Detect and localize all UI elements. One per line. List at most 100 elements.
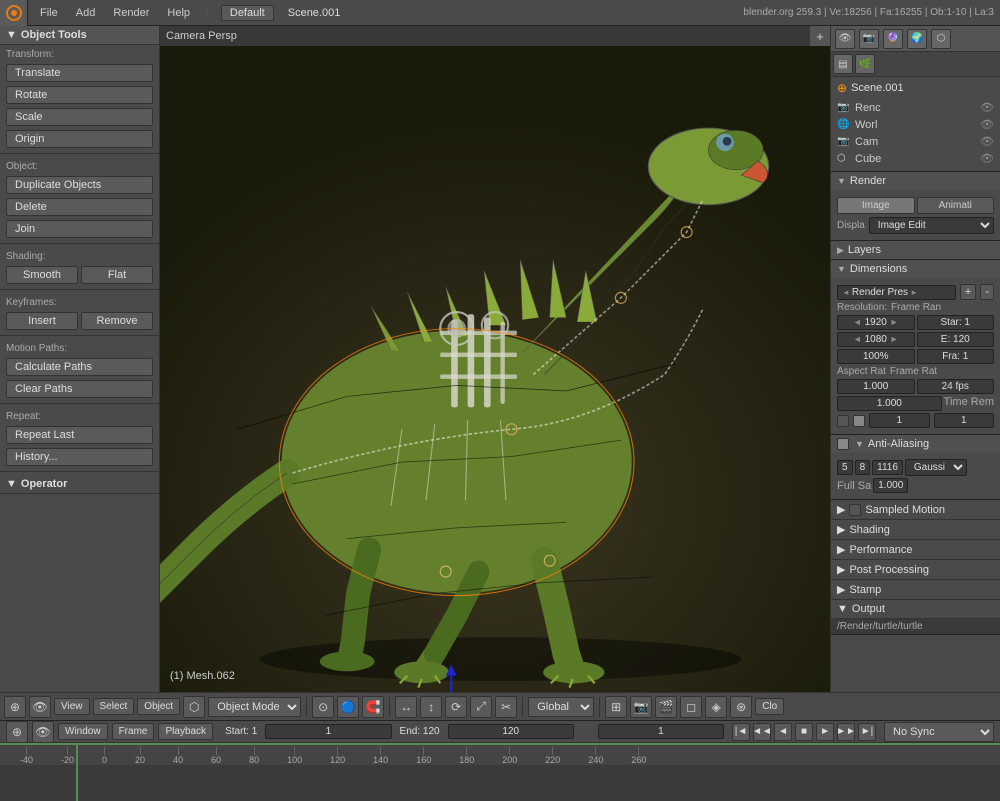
join-btn[interactable]: Join <box>6 220 153 238</box>
preset-right-arrow[interactable]: ► <box>910 288 918 297</box>
default-mode[interactable]: Default <box>221 5 274 21</box>
post-processing-section[interactable]: ▶ Post Processing <box>831 560 1000 580</box>
tool2-icon[interactable]: ↕ <box>420 696 442 718</box>
toolbar-icon-eye[interactable]: 👁 <box>29 696 51 718</box>
aa-val1[interactable]: 5 <box>837 460 853 475</box>
num-box-1[interactable]: 1 <box>869 413 930 428</box>
sync-select[interactable]: No Sync Frame Dropping <box>884 722 994 742</box>
menu-render[interactable]: Render <box>105 5 157 21</box>
magnet-icon[interactable]: 🧲 <box>362 696 384 718</box>
checkbox1[interactable] <box>837 415 849 427</box>
eye-icon-cam[interactable]: 👁 <box>980 135 994 148</box>
rp-world-icon[interactable]: 🌍 <box>907 29 927 49</box>
delete-btn[interactable]: Delete <box>6 198 153 216</box>
object-btn[interactable]: Object <box>137 698 180 715</box>
tool3-icon[interactable]: ⟳ <box>445 696 467 718</box>
viewport[interactable]: Camera Persp + <box>160 26 830 692</box>
dim-add-btn[interactable]: + <box>960 284 976 300</box>
select-btn[interactable]: Select <box>93 698 135 715</box>
window-btn[interactable]: Window <box>58 723 108 740</box>
aa-val2[interactable]: 8 <box>855 460 871 475</box>
snap-icon[interactable]: 🔵 <box>337 696 359 718</box>
render-header[interactable]: ▼ Render <box>831 172 1000 190</box>
prev-key-btn[interactable]: ◄◄ <box>753 723 771 741</box>
btn-icon-3[interactable]: ⊛ <box>730 696 752 718</box>
aa-header[interactable]: ▼ Anti-Aliasing <box>831 435 1000 453</box>
jump-end-btn[interactable]: ►| <box>858 723 876 741</box>
tl-icon[interactable]: ⊕ <box>6 721 28 743</box>
flat-btn[interactable]: Flat <box>81 266 153 284</box>
output-path[interactable]: /Render/turtle/turtle <box>831 619 1000 635</box>
outliner-item-renc[interactable]: 📷 Renc 👁 <box>831 99 1000 116</box>
num-box-2[interactable]: 1 <box>934 413 995 428</box>
layer-icon[interactable]: ⊞ <box>605 696 627 718</box>
full-sa-val[interactable]: 1.000 <box>873 478 908 493</box>
eye-icon-cube[interactable]: 👁 <box>980 152 994 165</box>
tab-scene[interactable]: 🌿 <box>855 54 875 74</box>
object-tools-header[interactable]: ▼ Object Tools <box>0 26 159 45</box>
stop-btn[interactable]: ■ <box>795 723 813 741</box>
btn-icon-1[interactable]: ◻ <box>680 696 702 718</box>
preset-left-arrow[interactable]: ◄ <box>842 288 850 297</box>
eye-icon-renc[interactable]: 👁 <box>980 101 994 114</box>
tl-eye[interactable]: 👁 <box>32 721 54 743</box>
layers-header[interactable]: ▶ Layers <box>831 241 1000 259</box>
play-back-btn[interactable]: ◄ <box>774 723 792 741</box>
rp-view-icon[interactable]: 👁 <box>835 29 855 49</box>
tab-view[interactable]: ▤ <box>833 54 853 74</box>
percent-box[interactable]: 100% <box>837 349 915 364</box>
menu-file[interactable]: File <box>32 5 66 21</box>
rp-render-icon[interactable]: 📷 <box>859 29 879 49</box>
object-mode-select[interactable]: Object Mode Edit Mode Sculpt Mode <box>208 697 301 717</box>
frame-btn[interactable]: Frame <box>112 723 155 740</box>
frame-box[interactable]: Fra: 1 <box>917 349 995 364</box>
btn-icon-2[interactable]: ◈ <box>705 696 727 718</box>
dimensions-header[interactable]: ▼ Dimensions <box>831 260 1000 278</box>
dim-remove-btn[interactable]: - <box>980 284 994 300</box>
playback-btn[interactable]: Playback <box>158 723 213 740</box>
rotate-btn[interactable]: Rotate <box>6 86 153 104</box>
jump-start-btn[interactable]: |◄ <box>732 723 750 741</box>
scale-btn[interactable]: Scale <box>6 108 153 126</box>
display-select[interactable]: Image Edit <box>869 217 994 234</box>
aa-val3[interactable]: 1116 <box>872 460 903 475</box>
width-box[interactable]: ◄ 1920 ► <box>837 315 915 330</box>
pivot-icon[interactable]: ⊙ <box>312 696 334 718</box>
start-frame-box[interactable]: 1 <box>265 724 391 739</box>
menu-help[interactable]: Help <box>159 5 198 21</box>
render-tab-image[interactable]: Image <box>837 197 915 214</box>
duplicate-btn[interactable]: Duplicate Objects <box>6 176 153 194</box>
insert-btn[interactable]: Insert <box>6 312 78 330</box>
remove-btn[interactable]: Remove <box>81 312 153 330</box>
sm-checkbox[interactable] <box>849 504 861 516</box>
translate-btn[interactable]: Translate <box>6 64 153 82</box>
rp-object-icon[interactable]: ⬡ <box>931 29 951 49</box>
eye-icon-worl[interactable]: 👁 <box>980 118 994 131</box>
aspect-x-box[interactable]: 1.000 <box>837 379 915 394</box>
menu-add[interactable]: Add <box>68 5 104 21</box>
calculate-paths-btn[interactable]: Calculate Paths <box>6 358 153 376</box>
checkbox2[interactable] <box>853 415 865 427</box>
object-mode-icon[interactable]: ⬡ <box>183 696 205 718</box>
clear-paths-btn[interactable]: Clear Paths <box>6 380 153 398</box>
performance-section[interactable]: ▶ Performance <box>831 540 1000 560</box>
end-box[interactable]: E: 120 <box>917 332 995 347</box>
tool4-icon[interactable]: ⤢ <box>470 696 492 718</box>
origin-btn[interactable]: Origin <box>6 130 153 148</box>
outliner-item-cube[interactable]: ⬡ Cube 👁 <box>831 150 1000 167</box>
render2-icon[interactable]: 🎬 <box>655 696 677 718</box>
output-section[interactable]: ▼ Output <box>831 600 1000 619</box>
history-btn[interactable]: History... <box>6 448 153 466</box>
view-btn[interactable]: View <box>54 698 90 715</box>
rp-scene-icon[interactable]: 🔮 <box>883 29 903 49</box>
next-key-btn[interactable]: ►► <box>837 723 855 741</box>
aa-checkbox[interactable] <box>837 438 849 450</box>
play-btn[interactable]: ► <box>816 723 834 741</box>
preset-box[interactable]: ◄ Render Pres ► <box>837 285 956 300</box>
outliner-item-worl[interactable]: 🌐 Worl 👁 <box>831 116 1000 133</box>
stamp-section[interactable]: ▶ Stamp <box>831 580 1000 600</box>
shading-section[interactable]: ▶ Shading <box>831 520 1000 540</box>
aa-filter-select[interactable]: Gaussi <box>905 459 967 476</box>
operator-header[interactable]: ▼ Operator <box>0 475 159 494</box>
fps-box[interactable]: 24 fps <box>917 379 995 394</box>
